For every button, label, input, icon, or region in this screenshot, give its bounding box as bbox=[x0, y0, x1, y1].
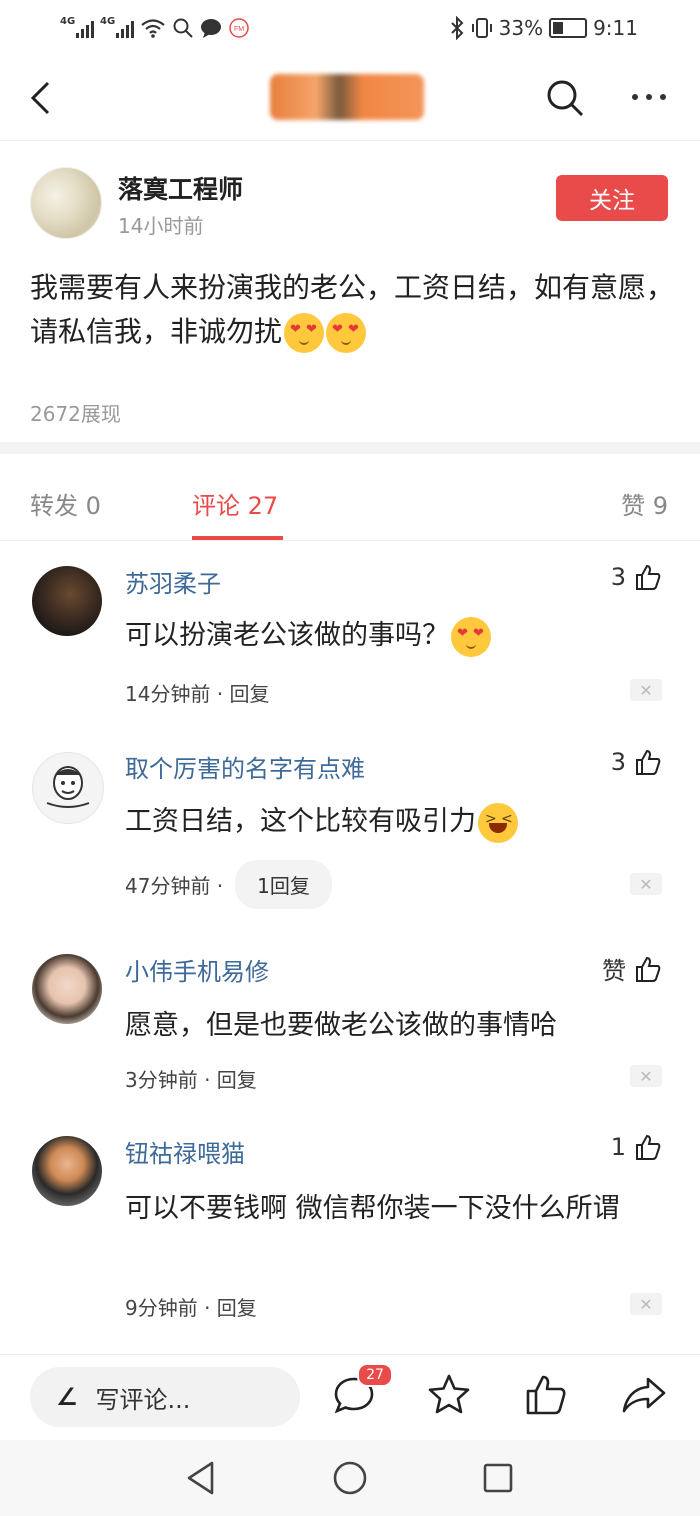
comment-count-badge: 27 bbox=[357, 1363, 393, 1387]
comment-text-content: 愿意，但是也要做老公该做的事情哈 bbox=[125, 1010, 557, 1041]
search-status-icon bbox=[173, 18, 193, 38]
close-icon[interactable]: ✕ bbox=[630, 679, 662, 701]
network-type: 4G bbox=[100, 16, 116, 27]
comment-time: 14分钟前 · 回复 bbox=[125, 682, 270, 706]
signal-icon: 4G bbox=[60, 16, 94, 38]
vibrate-icon bbox=[471, 18, 492, 38]
replies-button[interactable]: 1回复 bbox=[235, 860, 332, 909]
nav-bar bbox=[0, 56, 700, 141]
share-icon[interactable] bbox=[620, 1371, 668, 1419]
commenter-name[interactable]: 小伟手机易修 bbox=[125, 952, 269, 987]
bluetooth-icon bbox=[450, 16, 464, 40]
comment-time: 9分钟前 · 回复 bbox=[125, 1296, 257, 1320]
chat-bubble-icon bbox=[201, 19, 221, 38]
thumbs-up-icon bbox=[636, 956, 661, 982]
tab-comment[interactable]: 评论 27 bbox=[192, 486, 278, 521]
comment-meta: 47分钟前 · 1回复 bbox=[125, 860, 332, 909]
close-icon[interactable]: ✕ bbox=[630, 1065, 662, 1087]
back-arrow-icon[interactable] bbox=[28, 80, 60, 116]
status-right: 33% 9:11 bbox=[449, 14, 638, 42]
like-count: 1 bbox=[610, 1133, 626, 1161]
system-nav-bar bbox=[0, 1440, 700, 1516]
heart-eyes-emoji-icon: ❤ ❤ bbox=[451, 616, 491, 657]
close-icon[interactable]: ✕ bbox=[630, 1293, 662, 1315]
commenter-name[interactable]: 钮祜禄喂猫 bbox=[125, 1134, 245, 1169]
network-type: 4G bbox=[60, 16, 76, 27]
view-count: 2672展现 bbox=[30, 402, 121, 426]
bottom-action-bar: ∠ 写评论... 27 bbox=[0, 1354, 700, 1441]
recents-square-icon[interactable] bbox=[482, 1462, 514, 1494]
comment-meta[interactable]: 9分钟前 · 回复 bbox=[125, 1292, 257, 1321]
like-count: 赞 bbox=[602, 957, 626, 985]
tabs-divider bbox=[0, 540, 700, 541]
comment-text-content: 工资日结，这个比较有吸引力 bbox=[125, 806, 476, 837]
avatar[interactable] bbox=[32, 752, 104, 824]
comment-text: 工资日结，这个比较有吸引力 > < bbox=[125, 800, 670, 844]
follow-button[interactable]: 关注 bbox=[556, 175, 668, 221]
heart-eyes-emoji-icon: ❤ ❤ bbox=[326, 313, 367, 353]
tab-like[interactable]: 赞 9 bbox=[621, 486, 668, 521]
author-name[interactable]: 落寞工程师 bbox=[118, 170, 243, 206]
status-left: 4G 4G FM bbox=[60, 14, 250, 42]
thumbs-up-icon bbox=[636, 1134, 661, 1160]
close-icon[interactable]: ✕ bbox=[630, 873, 662, 895]
comment-time: 47分钟前 · bbox=[125, 874, 224, 898]
pen-icon: ∠ bbox=[56, 1383, 78, 1411]
commenter-name[interactable]: 取个厉害的名字有点难 bbox=[125, 749, 365, 784]
battery-icon bbox=[549, 18, 588, 38]
post-content: 我需要有人来扮演我的老公，工资日结，如有意愿，请私信我，非诚勿扰 ❤ ❤ ❤ ❤ bbox=[30, 266, 675, 354]
comment-text-content: 可以不要钱啊 微信帮你装一下没什么所谓 bbox=[125, 1193, 620, 1224]
signal-icon: 4G bbox=[100, 16, 134, 38]
avatar[interactable] bbox=[32, 566, 102, 636]
status-bar: 4G 4G FM 33% 9:11 bbox=[0, 0, 700, 56]
wifi-icon bbox=[141, 19, 165, 38]
thumbs-up-icon[interactable] bbox=[522, 1371, 570, 1419]
star-icon[interactable] bbox=[425, 1371, 473, 1419]
thumbs-up-icon bbox=[636, 749, 661, 775]
back-triangle-icon[interactable] bbox=[184, 1460, 218, 1496]
home-circle-icon[interactable] bbox=[332, 1460, 368, 1496]
meme-face-icon bbox=[46, 766, 90, 808]
like-count: 3 bbox=[610, 748, 626, 776]
comment-like-button[interactable]: 赞 bbox=[602, 951, 662, 986]
svg-text:FM: FM bbox=[234, 26, 244, 33]
more-icon[interactable] bbox=[632, 94, 666, 100]
write-comment-input[interactable]: ∠ 写评论... bbox=[30, 1367, 300, 1427]
avatar[interactable] bbox=[32, 954, 102, 1024]
comment-like-button[interactable]: 3 bbox=[611, 563, 662, 591]
avatar[interactable] bbox=[32, 1136, 102, 1206]
post-time: 14小时前 bbox=[118, 214, 204, 238]
tab-repost[interactable]: 转发 0 bbox=[30, 486, 101, 521]
heart-eyes-emoji-icon: ❤ ❤ bbox=[284, 313, 325, 353]
comment-like-button[interactable]: 1 bbox=[611, 1133, 662, 1161]
avatar[interactable] bbox=[30, 167, 102, 239]
thumbs-up-icon bbox=[636, 564, 661, 590]
blurred-title-image bbox=[270, 74, 424, 120]
fm-icon: FM bbox=[229, 18, 249, 38]
comment-meta[interactable]: 3分钟前 · 回复 bbox=[125, 1064, 257, 1093]
laughing-emoji-icon: > < bbox=[478, 802, 518, 843]
write-comment-placeholder: 写评论... bbox=[95, 1385, 191, 1414]
clock: 9:11 bbox=[593, 16, 638, 40]
comment-text: 可以不要钱啊 微信帮你装一下没什么所谓 bbox=[125, 1187, 670, 1231]
commenter-name[interactable]: 苏羽柔子 bbox=[125, 564, 221, 599]
comment-text-content: 可以扮演老公该做的事吗？ bbox=[125, 620, 449, 651]
battery-percent: 33% bbox=[498, 16, 544, 40]
comment-text: 愿意，但是也要做老公该做的事情哈 bbox=[125, 1004, 670, 1048]
comment-like-button[interactable]: 3 bbox=[611, 748, 662, 776]
comment-time: 3分钟前 · 回复 bbox=[125, 1068, 257, 1092]
comment-text: 可以扮演老公该做的事吗？ ❤ ❤ bbox=[125, 614, 670, 658]
section-divider bbox=[0, 442, 700, 454]
search-icon[interactable] bbox=[545, 78, 585, 118]
comment-meta[interactable]: 14分钟前 · 回复 bbox=[125, 678, 270, 707]
like-count: 3 bbox=[610, 563, 626, 591]
